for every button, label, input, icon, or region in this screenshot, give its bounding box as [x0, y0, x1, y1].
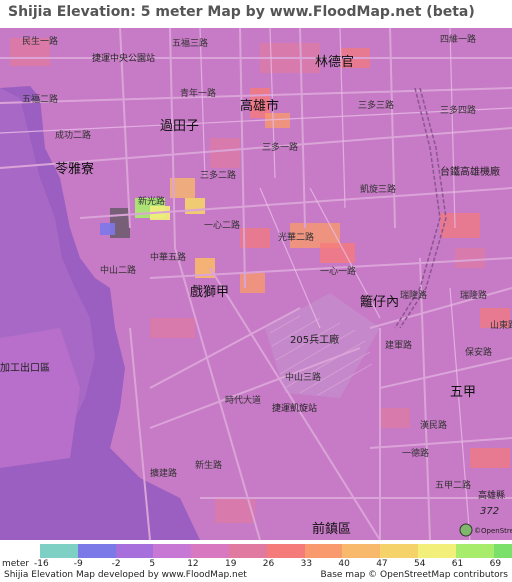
legend-swatch — [342, 544, 381, 558]
road-label-wufu: 五福二路 — [22, 93, 58, 105]
place-label-mrt-kaisuan: 捷運凱旋站 — [272, 402, 317, 414]
place-label-railstation: 台鐵高雄機廠 — [440, 165, 500, 178]
map-title: Shijia Elevation: 5 meter Map by www.Flo… — [8, 4, 475, 20]
road-label-guanghua: 光華二路 — [278, 231, 314, 243]
road-label-xinyi2: 一心二路 — [204, 219, 240, 231]
legend-tick: -2 — [111, 559, 121, 569]
legend-tick: 12 — [187, 559, 199, 569]
legend-swatch — [455, 544, 494, 558]
road-label-ruilong: 瑞隆路 — [400, 289, 427, 301]
place-label-xishijia: 戲獅甲 — [190, 285, 229, 300]
legend-swatch — [266, 544, 305, 558]
road-label-yijin: 一德路 — [402, 447, 429, 459]
legend-tick: 19 — [225, 559, 237, 569]
road-label-hanmin: 漢民路 — [420, 419, 447, 431]
place-label-guotianzi: 過田子 — [160, 119, 199, 134]
legend-tick: 47 — [376, 559, 388, 569]
legend-swatch — [304, 544, 343, 558]
legend-tick: 26 — [262, 559, 275, 569]
svg-text:高雄縣: 高雄縣 — [478, 489, 505, 501]
credit-right: Base map © OpenStreetMap contributors — [320, 570, 508, 580]
place-label-lindeguan: 林德官 — [315, 54, 354, 70]
road-label-qingnian: 青年一路 — [180, 87, 216, 99]
legend-swatch — [380, 544, 418, 558]
legend-swatch — [417, 544, 456, 558]
road-label-wufu3: 五福三路 — [172, 37, 208, 49]
road-label-shandong: 山東路 — [490, 319, 512, 331]
road-label-sixin: 四維一路 — [440, 33, 476, 45]
place-label-exportzone: 加工出口區 — [0, 361, 50, 374]
road-label-shidai: 時代大道 — [225, 394, 261, 406]
legend-swatch — [228, 544, 267, 558]
place-label-factory205: 205兵工廠 — [290, 333, 339, 346]
place-label-mrt-sanduo: 捷運中央公園站 — [92, 52, 155, 64]
legend-tick: 54 — [414, 559, 426, 569]
road-label-sanduo2: 三多二路 — [200, 169, 236, 181]
legend-swatch — [493, 544, 512, 558]
legend-tick: 40 — [338, 559, 350, 569]
legend-tick: 69 — [489, 559, 502, 569]
road-label-baoan: 保安路 — [465, 346, 492, 358]
road-label-sanduo: 三多一路 — [262, 141, 298, 153]
road-label-xinsheng: 新生路 — [195, 459, 222, 471]
elevation-map[interactable]: 林德官 高雄市 過田子 苓雅寮 戲獅甲 籬仔內 五甲 前鎮區 205兵工廠 台鐵… — [0, 28, 512, 540]
svg-text:©OpenStreetMap: ©OpenStreetMap — [474, 527, 512, 535]
place-label-longzainei: 籬仔內 — [360, 294, 399, 310]
legend-unit-label: meter — [2, 559, 30, 569]
legend-tick: 61 — [451, 559, 464, 569]
road-label-chenggong: 成功二路 — [55, 129, 91, 141]
road-label-kuanglu: 擴建路 — [150, 467, 177, 479]
legend-tick: -9 — [73, 559, 83, 569]
road-label-minsheng: 民生一路 — [22, 35, 58, 47]
road-label-zhonghua: 中華五路 — [150, 251, 186, 263]
legend-swatch — [40, 544, 78, 558]
legend-swatch — [115, 544, 154, 558]
svg-text:372: 372 — [480, 506, 499, 517]
road-label-zhongshan: 中山二路 — [100, 264, 136, 276]
road-label-sanduo4: 三多四路 — [440, 104, 476, 116]
road-label-zhongshan3: 中山三路 — [285, 371, 321, 383]
legend-swatch — [153, 544, 192, 558]
credit-left: Shijia Elevation Map developed by www.Fl… — [4, 570, 247, 580]
road-label-sanduo3: 三多三路 — [358, 99, 394, 111]
place-label-qianzhen: 前鎮區 — [312, 521, 351, 537]
legend-color-scale — [40, 544, 512, 558]
road-label-wujia2: 五甲二路 — [435, 479, 471, 491]
legend-swatch — [191, 544, 229, 558]
place-label-wujia: 五甲 — [450, 385, 476, 400]
legend-tick: 33 — [300, 559, 313, 569]
road-label-jianjun: 建軍路 — [385, 339, 412, 351]
road-label-ruilong2: 瑞隆路 — [460, 289, 487, 301]
road-label-xinyi: 一心一路 — [320, 265, 356, 277]
road-label-xinguang: 新光路 — [138, 195, 165, 207]
legend-tick: 5 — [149, 559, 156, 569]
legend-tick: -16 — [34, 559, 49, 569]
place-label-kaohsiung: 高雄市 — [240, 98, 279, 114]
elevation-legend: meter -16 -9 -2 5 12 19 26 33 40 47 54 61 69 Shijia … — [0, 540, 512, 582]
legend-swatch — [77, 544, 116, 558]
road-label-kaixuan: 凱旋三路 — [360, 183, 396, 195]
place-label-lingyaliao: 苓雅寮 — [55, 161, 94, 177]
